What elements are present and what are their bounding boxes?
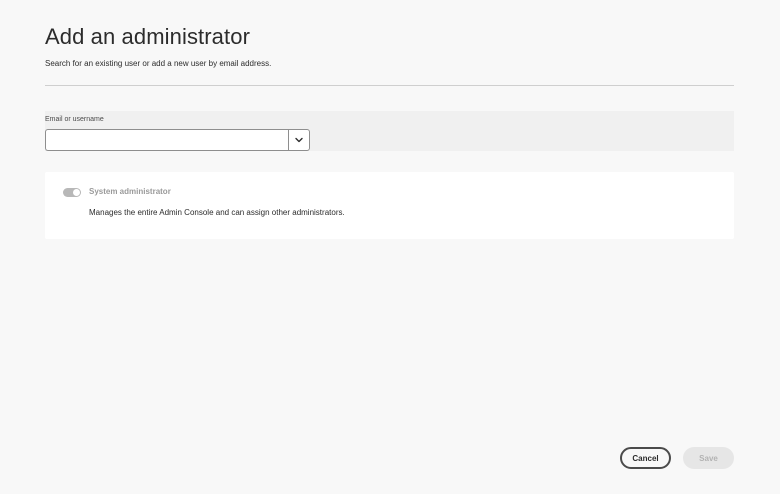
system-admin-toggle[interactable] xyxy=(63,188,81,197)
toggle-knob xyxy=(73,189,80,196)
email-field[interactable] xyxy=(45,129,288,151)
email-combobox xyxy=(45,129,310,151)
header-divider xyxy=(45,85,734,86)
chevron-down-icon xyxy=(295,137,303,143)
email-dropdown-button[interactable] xyxy=(288,129,310,151)
role-card: System administrator Manages the entire … xyxy=(45,172,734,239)
page-subtitle: Search for an existing user or add a new… xyxy=(45,59,272,68)
cancel-button[interactable]: Cancel xyxy=(620,447,671,469)
save-button[interactable]: Save xyxy=(683,447,734,469)
page-title: Add an administrator xyxy=(45,24,250,49)
email-field-label: Email or username xyxy=(45,116,104,123)
role-name: System administrator xyxy=(89,187,171,196)
role-description: Manages the entire Admin Console and can… xyxy=(89,208,345,217)
